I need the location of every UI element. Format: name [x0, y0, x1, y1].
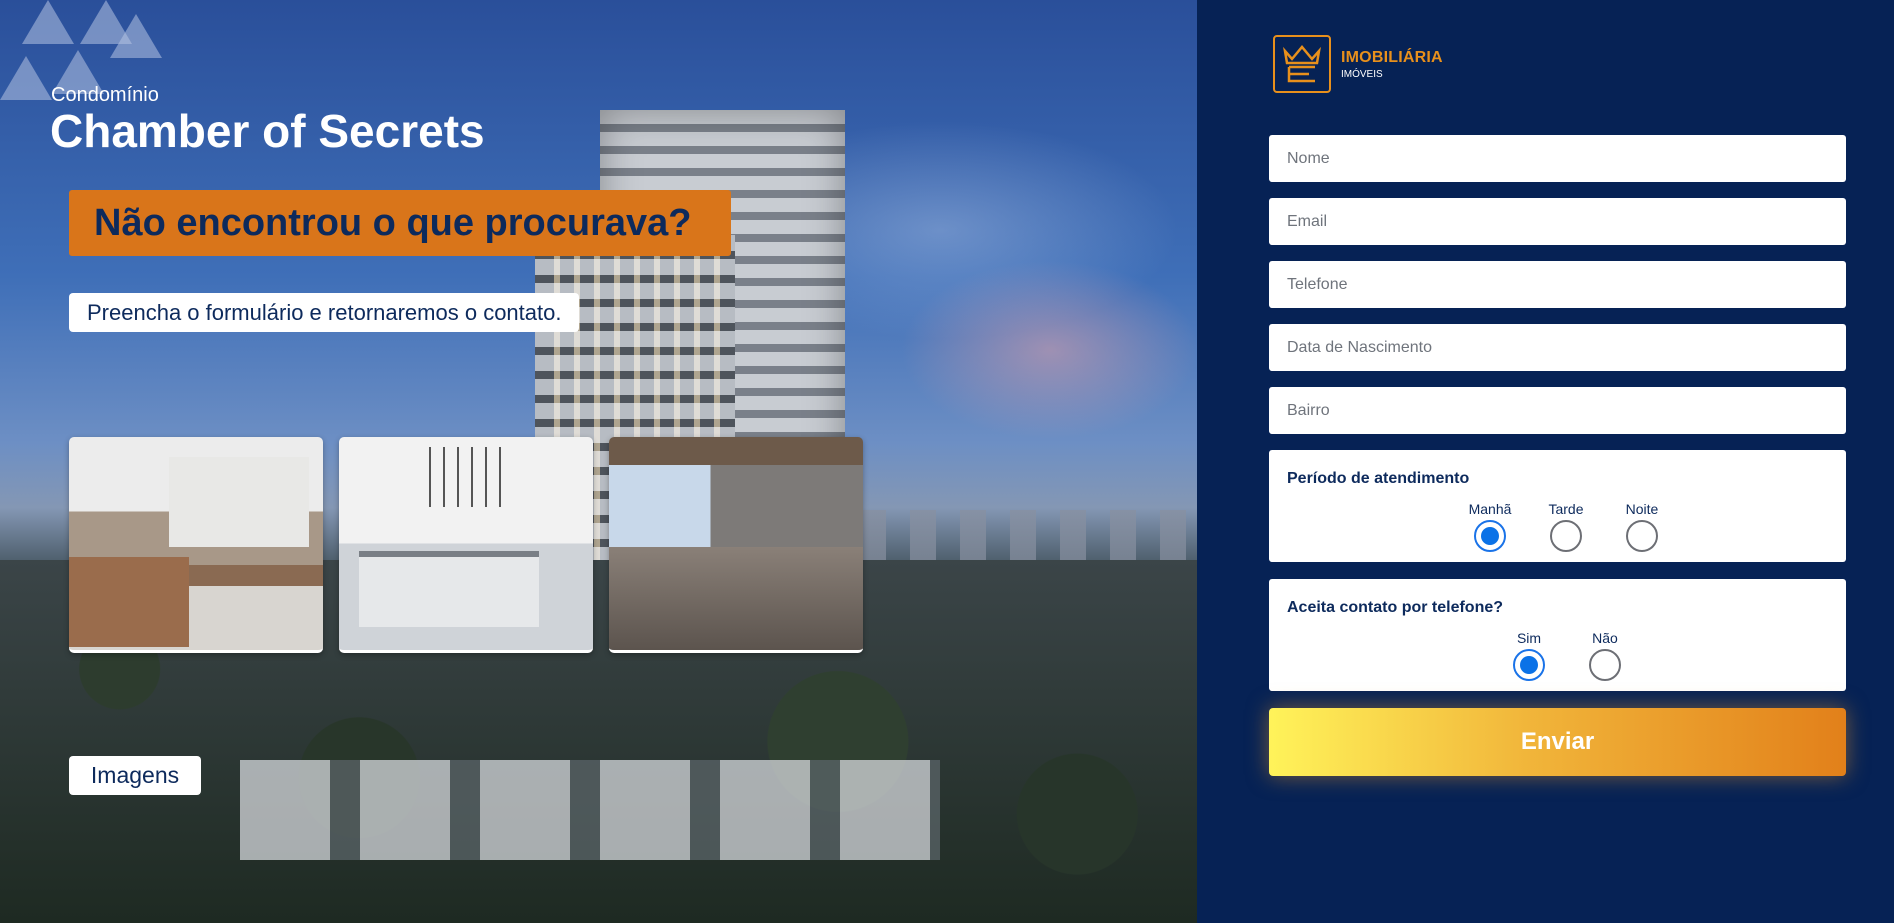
periodo-card: Período de atendimento Manhã Tarde Noite: [1269, 450, 1846, 562]
subheadline: Preencha o formulário e retornaremos o c…: [69, 293, 580, 332]
images-button[interactable]: Imagens: [69, 756, 201, 795]
hero-section: Condomínio Chamber of Secrets Não encont…: [0, 0, 1197, 923]
gallery-thumb-balcony[interactable]: [609, 437, 863, 653]
telefone-field[interactable]: [1269, 261, 1846, 308]
triangle-decoration: [110, 14, 162, 58]
radio-tarde-label: Tarde: [1548, 501, 1584, 517]
sunset-glow: [900, 260, 1197, 440]
radio-nao-label: Não: [1592, 630, 1618, 646]
triangle-decoration: [22, 0, 74, 44]
radio-nao-circle[interactable]: [1589, 649, 1621, 681]
triangle-decoration: [0, 56, 52, 100]
radio-nao[interactable]: Não: [1567, 630, 1643, 681]
radio-tarde-circle[interactable]: [1550, 520, 1582, 552]
periodo-title: Período de atendimento: [1287, 470, 1470, 487]
periodo-radio-group: Manhã Tarde Noite: [1452, 501, 1680, 552]
crown-logo-icon: [1273, 35, 1331, 93]
brand-logo: IMOBILIÁRIA IMÓVEIS: [1273, 35, 1443, 93]
contato-radio-group: Sim Não: [1491, 630, 1643, 681]
radio-tarde[interactable]: Tarde: [1528, 501, 1604, 552]
radio-noite-circle[interactable]: [1626, 520, 1658, 552]
radio-manha-circle[interactable]: [1474, 520, 1506, 552]
radio-noite-label: Noite: [1625, 501, 1659, 517]
headline-banner: Não encontrou o que procurava?: [69, 190, 731, 256]
gallery-thumb-kitchen[interactable]: [69, 437, 323, 653]
nascimento-field[interactable]: [1269, 324, 1846, 371]
contact-panel: IMOBILIÁRIA IMÓVEIS Período de atendimen…: [1197, 0, 1894, 923]
gallery-thumb-kitchen-island[interactable]: [339, 437, 593, 653]
page-title: Chamber of Secrets: [50, 105, 485, 157]
bairro-field[interactable]: [1269, 387, 1846, 434]
radio-noite[interactable]: Noite: [1604, 501, 1680, 552]
brand-text: IMOBILIÁRIA IMÓVEIS: [1341, 49, 1443, 80]
headline-text: Não encontrou o que procurava?: [94, 201, 692, 244]
radio-sim-label: Sim: [1516, 630, 1542, 646]
brand-subtitle: IMÓVEIS: [1341, 68, 1383, 80]
radio-sim[interactable]: Sim: [1491, 630, 1567, 681]
radio-sim-circle[interactable]: [1513, 649, 1545, 681]
contato-title: Aceita contato por telefone?: [1287, 599, 1504, 616]
radio-manha[interactable]: Manhã: [1452, 501, 1528, 552]
radio-manha-label: Manhã: [1468, 501, 1512, 517]
brand-title: IMOBILIÁRIA: [1341, 48, 1443, 66]
nome-field[interactable]: [1269, 135, 1846, 182]
email-field[interactable]: [1269, 198, 1846, 245]
houses-row: [240, 760, 940, 860]
image-gallery: [69, 437, 863, 653]
contato-card: Aceita contato por telefone? Sim Não: [1269, 579, 1846, 691]
submit-button[interactable]: Enviar: [1269, 708, 1846, 776]
